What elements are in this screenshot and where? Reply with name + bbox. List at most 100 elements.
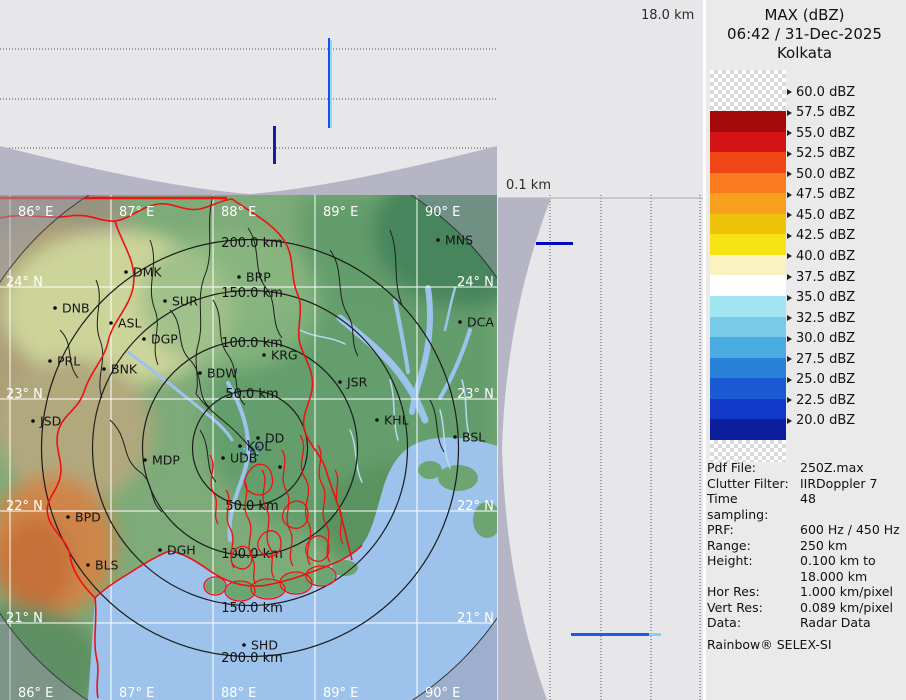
info-label: PRF:	[707, 522, 800, 538]
info-label: Clutter Filter:	[707, 476, 800, 492]
lat-label: 24° N	[457, 275, 494, 290]
city-dot	[237, 275, 241, 279]
color-scale-tick: 50.0 dBZ	[787, 167, 855, 181]
tick-arrow-icon	[787, 89, 792, 95]
color-swatch-below-min	[710, 440, 786, 462]
tick-label: 25.0 dBZ	[796, 372, 855, 387]
lon-label: 88° E	[221, 686, 256, 700]
ns-cross-section-plot	[498, 195, 704, 700]
info-row: Vert Res:0.089 km/pixel	[707, 600, 903, 616]
color-scale-tick: 47.5 dBZ	[787, 188, 855, 202]
range-ring-label: 200.0 km	[221, 236, 283, 251]
info-row: Data:Radar Data	[707, 615, 903, 631]
tick-label: 22.5 dBZ	[796, 393, 855, 408]
city-dot	[48, 359, 52, 363]
tick-arrow-icon	[787, 418, 792, 424]
lon-label: 87° E	[119, 205, 154, 220]
info-value: 0.100 km to 18.000 km	[800, 553, 876, 584]
city-dot	[375, 418, 379, 422]
city-dot	[31, 419, 35, 423]
city-label: DNB	[62, 301, 90, 316]
legend-title: MAX (dBZ) 06:42 / 31-Dec-2025 Kolkata	[703, 6, 906, 63]
info-label: Pdf File:	[707, 460, 800, 476]
tick-label: 52.5 dBZ	[796, 146, 855, 161]
color-swatch	[710, 132, 786, 153]
city-label: ASL	[118, 316, 141, 331]
city-dot	[198, 371, 202, 375]
lat-label: 23° N	[457, 387, 494, 402]
lat-label: 23° N	[6, 387, 43, 402]
info-label: Height:	[707, 553, 800, 584]
city-dot	[142, 337, 146, 341]
info-row: Height:0.100 km to 18.000 km	[707, 553, 903, 584]
info-row: PRF:600 Hz / 450 Hz	[707, 522, 903, 538]
tick-arrow-icon	[787, 295, 792, 301]
ew-cross-section-plot	[0, 0, 497, 195]
radar-display-window: 18.0 km 0.1 km	[0, 0, 906, 700]
info-label: Range:	[707, 538, 800, 554]
color-swatch	[710, 152, 786, 173]
info-label: Vert Res:	[707, 600, 800, 616]
city-dot	[53, 306, 57, 310]
product-info: Pdf File:250Z.maxClutter Filter:IIRDoppl…	[707, 460, 903, 652]
tick-arrow-icon	[787, 377, 792, 383]
color-swatch	[710, 399, 786, 420]
color-swatch	[710, 378, 786, 399]
city-dot	[458, 320, 462, 324]
echo-column-blue	[328, 38, 330, 128]
color-scale-tick: 40.0 dBZ	[787, 249, 855, 263]
city-label: MNS	[445, 233, 473, 248]
city-label: JSD	[39, 414, 61, 429]
tick-label: 50.0 dBZ	[796, 167, 855, 182]
tick-arrow-icon	[787, 356, 792, 362]
color-swatch	[710, 214, 786, 235]
color-swatch	[710, 173, 786, 194]
software-brand: Rainbow® SELEX-SI	[707, 637, 903, 652]
radar-site-name: Kolkata	[703, 44, 906, 63]
ns-cross-section-panel	[498, 195, 704, 700]
color-swatch	[710, 234, 786, 255]
product-info-rows: Pdf File:250Z.maxClutter Filter:IIRDoppl…	[707, 460, 903, 631]
color-swatch	[710, 337, 786, 358]
city-label: BNK	[111, 362, 138, 377]
tick-arrow-icon	[787, 171, 792, 177]
color-scale-tick: 20.0 dBZ	[787, 414, 855, 428]
tick-label: 60.0 dBZ	[796, 85, 855, 100]
tick-label: 35.0 dBZ	[796, 290, 855, 305]
tick-arrow-icon	[787, 212, 792, 218]
city-dot	[124, 270, 128, 274]
echo-row-cyan	[649, 633, 661, 636]
city-label: UDB	[230, 451, 257, 466]
city-label: BLS	[95, 558, 119, 573]
lon-label: 90° E	[425, 686, 460, 700]
city-label: PRL	[57, 354, 80, 369]
city-label: BPD	[75, 510, 101, 525]
tick-label: 47.5 dBZ	[796, 187, 855, 202]
tick-arrow-icon	[787, 397, 792, 403]
lon-label: 89° E	[323, 686, 358, 700]
tick-label: 30.0 dBZ	[796, 331, 855, 346]
color-scale-tick: 42.5 dBZ	[787, 229, 855, 243]
color-scale-tick: 60.0 dBZ	[787, 85, 855, 99]
range-ring-label: 150.0 km	[221, 286, 283, 301]
height-axis-min-label: 0.1 km	[506, 178, 551, 193]
radar-map-plot: 200.0 km150.0 km100.0 km50.0 km50.0 km10…	[0, 195, 497, 700]
product-timestamp: 06:42 / 31-Dec-2025	[703, 25, 906, 44]
city-dot	[262, 353, 266, 357]
ew-cross-section-panel	[0, 0, 497, 195]
tick-arrow-icon	[787, 336, 792, 342]
city-dot	[436, 238, 440, 242]
info-row: Range:250 km	[707, 538, 903, 554]
tick-arrow-icon	[787, 274, 792, 280]
beam-blockage-wedge-right	[250, 146, 497, 195]
color-swatch	[710, 111, 786, 132]
tick-arrow-icon	[787, 233, 792, 239]
tick-arrow-icon	[787, 315, 792, 321]
lon-label: 88° E	[221, 205, 256, 220]
range-ring-label: 50.0 km	[225, 387, 278, 402]
city-label: DCA	[467, 315, 494, 330]
echo-column-navy	[273, 126, 276, 164]
info-value: 250Z.max	[800, 460, 864, 476]
echo-row-navy	[536, 242, 573, 245]
color-scale-tick: 25.0 dBZ	[787, 373, 855, 387]
